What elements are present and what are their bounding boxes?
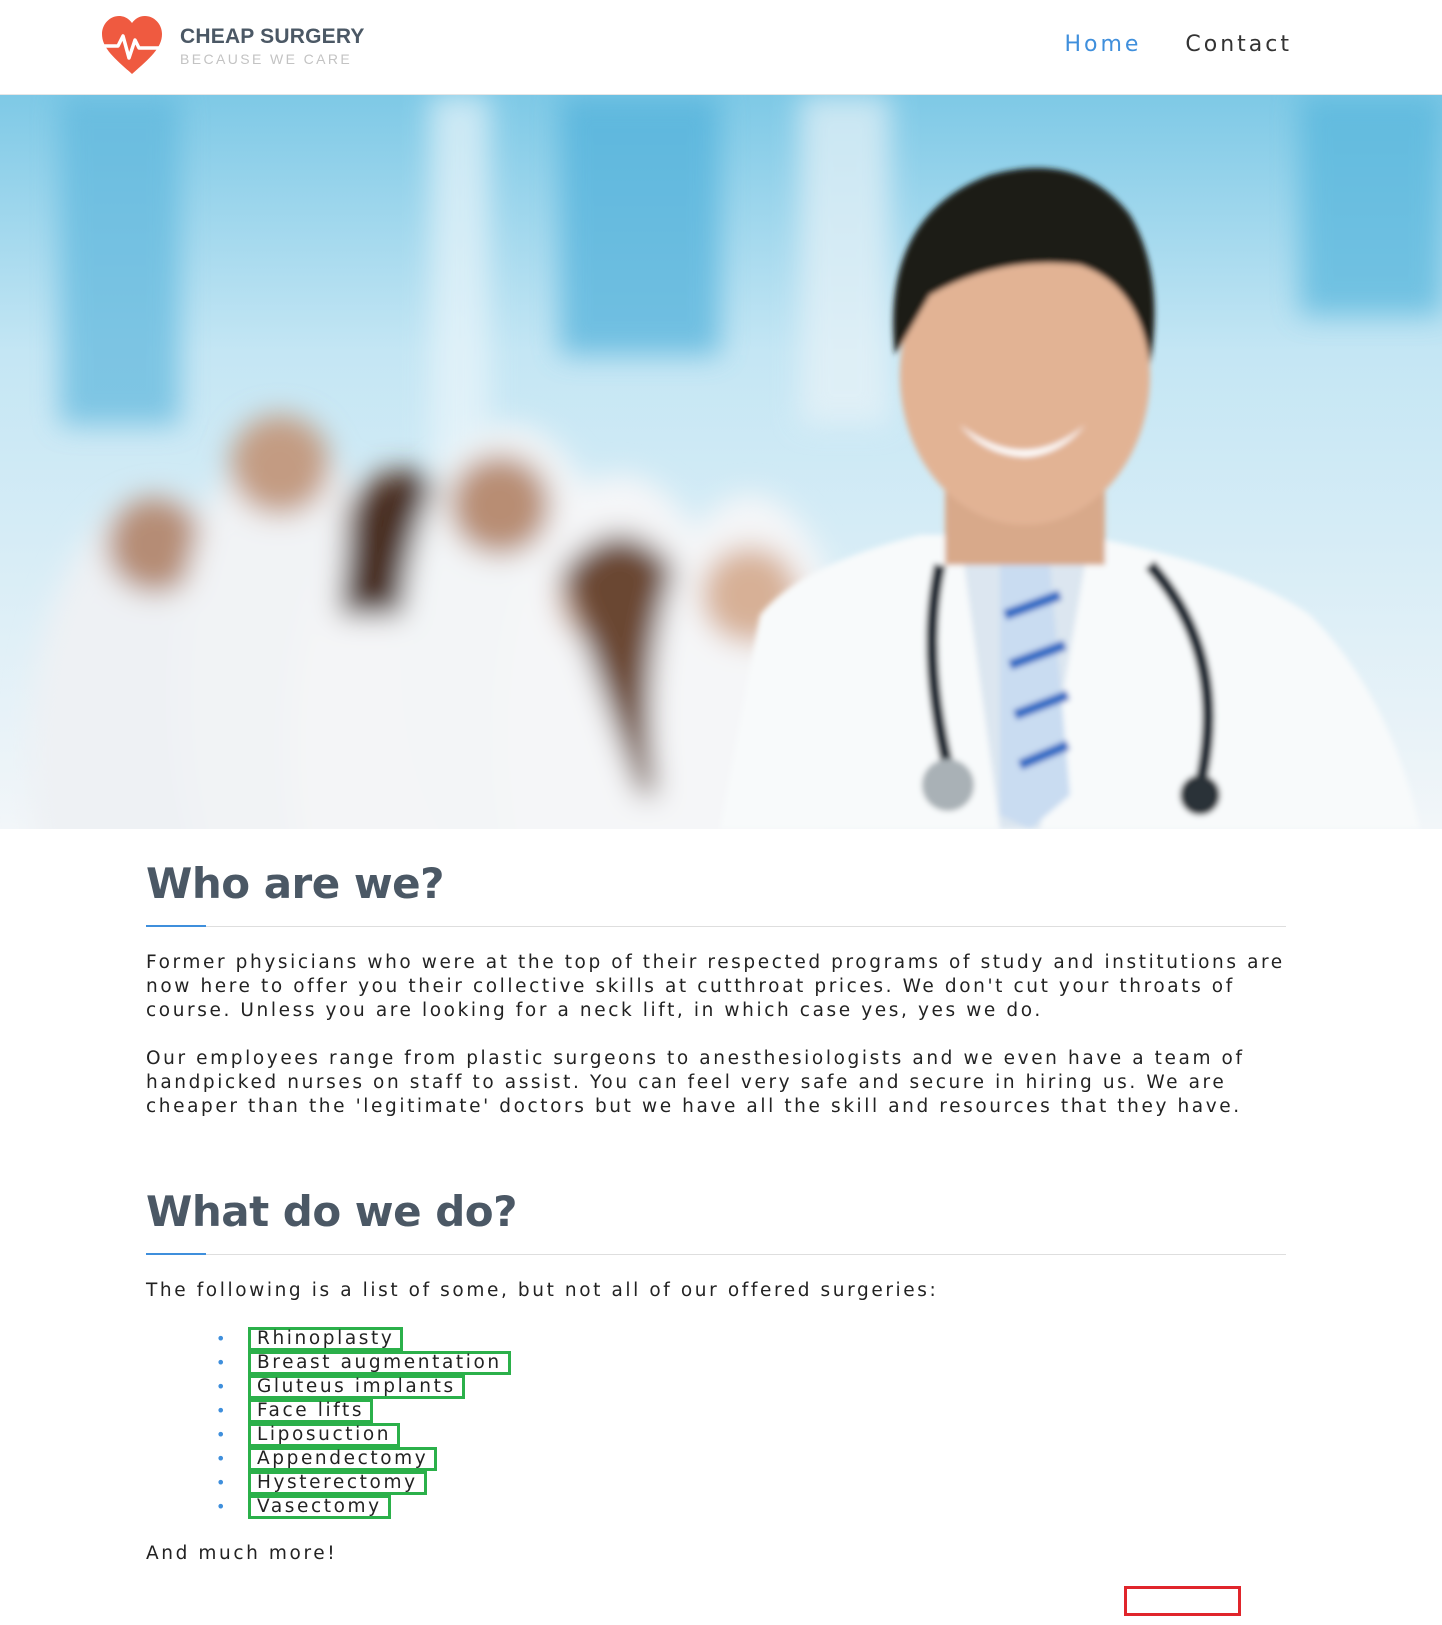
list-item: Breast augmentation	[216, 1351, 1286, 1375]
doctor-team-illustration	[0, 95, 1442, 829]
list-item: Gluteus implants	[216, 1375, 1286, 1399]
list-item: Vasectomy	[216, 1495, 1286, 1519]
nav-home-link[interactable]: Home	[1064, 32, 1141, 57]
heart-pulse-icon	[102, 16, 162, 74]
surgery-item[interactable]: Face lifts	[248, 1399, 374, 1423]
list-item: Liposuction	[216, 1423, 1286, 1447]
site-header: CHEAP SURGERY BECAUSE WE CARE Home Conta…	[0, 0, 1442, 95]
surgery-item[interactable]: Hysterectomy	[248, 1471, 427, 1495]
list-item: Face lifts	[216, 1399, 1286, 1423]
surgery-item[interactable]: Rhinoplasty	[248, 1327, 404, 1351]
surgery-item[interactable]: Gluteus implants	[248, 1375, 465, 1399]
about-paragraph: Former physicians who were at the top of…	[146, 952, 1285, 1021]
list-item: Hysterectomy	[216, 1471, 1286, 1495]
brand-tagline: BECAUSE WE CARE	[180, 51, 353, 67]
brand-title: CHEAP SURGERY	[180, 25, 365, 48]
services-heading: What do we do?	[146, 1187, 518, 1236]
section-divider	[146, 925, 1286, 927]
about-section: Who are we? Former physicians who were a…	[146, 859, 1286, 1119]
main-content: Who are we? Former physicians who were a…	[146, 829, 1286, 1564]
services-outro: And much more!	[146, 1543, 338, 1564]
surgery-item[interactable]: Appendectomy	[248, 1447, 438, 1471]
hero-image	[0, 95, 1442, 829]
about-paragraph: Our employees range from plastic surgeon…	[146, 1048, 1245, 1117]
surgery-item[interactable]: Vasectomy	[248, 1495, 391, 1519]
services-intro: The following is a list of some, but not…	[146, 1280, 939, 1301]
about-heading: Who are we?	[146, 859, 445, 908]
nav-contact-link[interactable]: Contact	[1185, 32, 1292, 57]
brand-text: CHEAP SURGERY BECAUSE WE CARE	[180, 25, 365, 67]
services-section: What do we do? The following is a list o…	[146, 1187, 1286, 1564]
surgery-item[interactable]: Liposuction	[248, 1423, 401, 1447]
list-item: Rhinoplasty	[216, 1327, 1286, 1351]
brand-logo[interactable]: CHEAP SURGERY BECAUSE WE CARE	[100, 14, 365, 78]
list-item: Appendectomy	[216, 1447, 1286, 1471]
highlight-box[interactable]	[1124, 1586, 1241, 1616]
surgery-list: Rhinoplasty Breast augmentation Gluteus …	[216, 1327, 1286, 1519]
section-divider	[146, 1253, 1286, 1255]
surgery-item[interactable]: Breast augmentation	[248, 1351, 511, 1375]
main-nav: Home Contact	[1064, 32, 1292, 57]
